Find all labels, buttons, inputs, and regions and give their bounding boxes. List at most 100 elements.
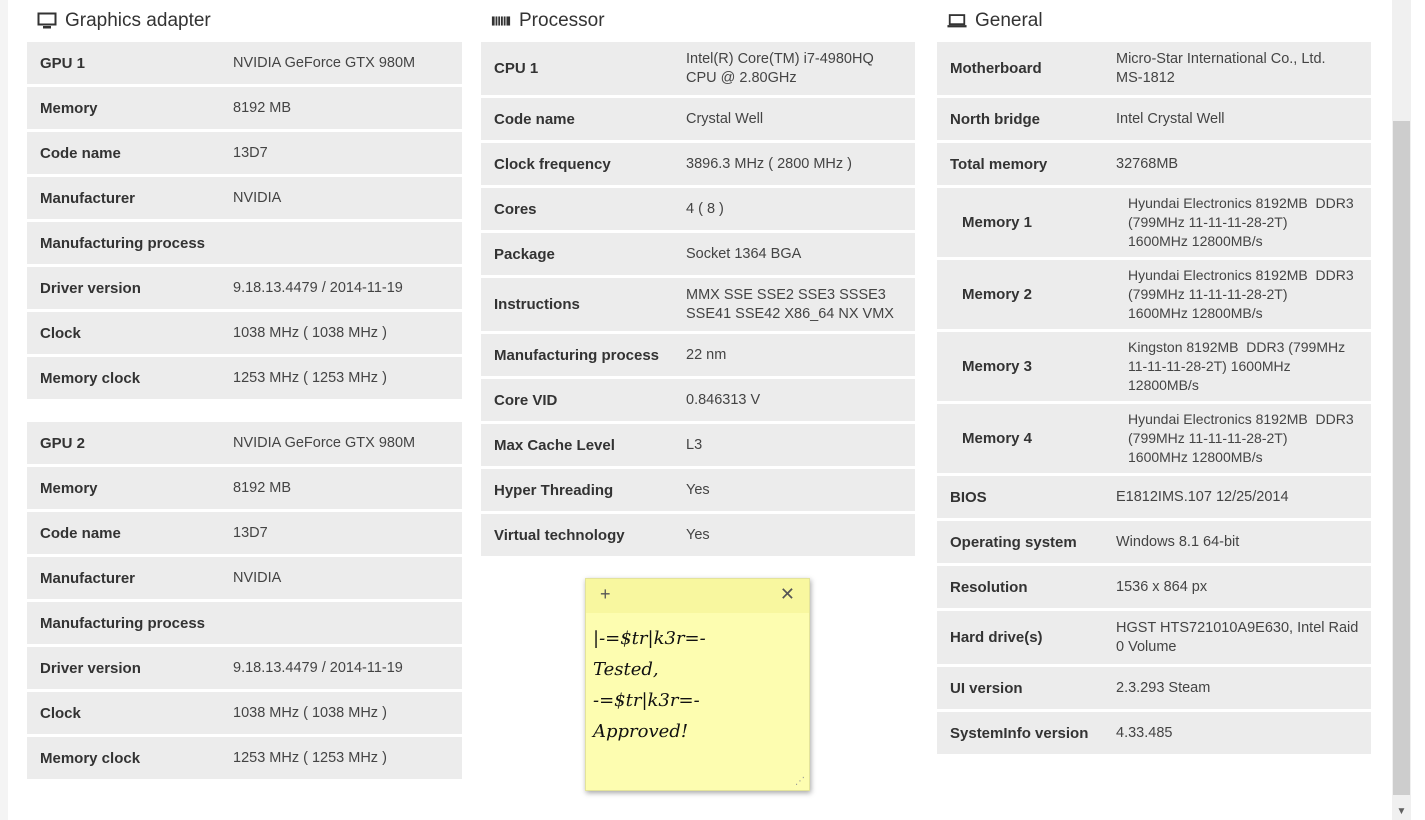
graphics-adapter-header: Graphics adapter [27,0,462,42]
processor-table: CPU 1 Intel(R) Core(TM) i7-4980HQ CPU @ 2… [481,42,915,559]
general-label-operating-system: Operating system [950,533,1077,551]
general-value-resolution: 1536 x 864 px [1116,578,1208,595]
cpu-row-virtual-technology: Virtual technology Yes [481,514,915,559]
cpu-value-cores: 4 ( 8 ) [686,200,724,217]
general-label-motherboard: Motherboard [950,60,1042,77]
gpu2-label-clock: Clock [40,704,81,722]
cpu-label-max-cache-level: Max Cache Level [494,436,615,454]
general-row-resolution: Resolution 1536 x 864 px [937,566,1371,611]
general-value-memory-4: Hyundai Electronics 8192MB DDR3 (799MHz … [1128,411,1354,465]
gpu1-table: GPU 1 NVIDIA GeForce GTX 980M Memory 8192 M… [27,42,462,402]
general-label-total-memory: Total memory [950,155,1048,173]
resize-grip-icon[interactable]: ⋰ [795,776,805,787]
gpu2-row-manufacturing-process: Manufacturing process [27,602,462,647]
cpu-label-package: Package [494,245,555,263]
cpu-row-cores: Cores 4 ( 8 ) [481,188,915,233]
cpu-label-cores: Cores [494,200,537,218]
gpu1-row-memory: Memory 8192 MB [27,87,462,132]
gpu2-label-memory-clock: Memory clock [40,749,141,767]
cpu-value-max-cache-level: L3 [686,436,703,453]
cpu-label-clock-frequency: Clock frequency [494,155,611,173]
gpu1-value-memory-clock: 1253 MHz ( 1253 MHz ) [233,369,387,386]
gpu2-label-gpu-2: GPU 2 [40,434,86,452]
general-value-ui-version: 2.3.293 Steam [1116,679,1211,696]
gpu1-row-code-name: Code name 13D7 [27,132,462,177]
gpu2-value-memory: 8192 MB [233,479,292,496]
general-header: General [937,0,1371,42]
sticky-note-toolbar: + ✕ [586,579,809,613]
cpu-value-core-vid: 0.846313 V [686,391,761,408]
cpu-label-hyper-threading: Hyper Threading [494,481,614,499]
gpu2-row-clock: Clock 1038 MHz ( 1038 MHz ) [27,692,462,737]
scrollbar-thumb[interactable] [1393,121,1410,795]
gpu2-value-manufacturer: NVIDIA [233,569,282,586]
gpu2-row-gpu-2: GPU 2 NVIDIA GeForce GTX 980M [27,422,462,467]
gpu2-label-manufacturer: Manufacturer [40,569,136,587]
general-row-memory-3: Memory 3 Kingston 8192MB DDR3 (799MHz 11-… [937,332,1371,404]
gpu1-row-clock: Clock 1038 MHz ( 1038 MHz ) [27,312,462,357]
laptop-icon [947,11,967,31]
gpu1-row-gpu-1: GPU 1 NVIDIA GeForce GTX 980M [27,42,462,87]
gpu2-label-manufacturing-process: Manufacturing process [40,614,206,632]
general-row-operating-system: Operating system Windows 8.1 64-bit [937,521,1371,566]
gpu2-table: GPU 2 NVIDIA GeForce GTX 980M Memory 8192 M… [27,422,462,782]
monitor-icon [37,11,57,31]
general-label-resolution: Resolution [950,578,1028,596]
general-label-memory-2: Memory 2 [962,286,1033,303]
gpu1-row-driver-version: Driver version 9.18.13.4479 / 2014-11-19 [27,267,462,312]
cpu-value-hyper-threading: Yes [686,481,710,498]
cpu-value-clock-frequency: 3896.3 MHz ( 2800 MHz ) [686,155,853,172]
gpu2-row-code-name: Code name 13D7 [27,512,462,557]
gpu2-row-driver-version: Driver version 9.18.13.4479 / 2014-11-19 [27,647,462,692]
cpu-row-hyper-threading: Hyper Threading Yes [481,469,915,514]
general-row-hard-drive-s: Hard drive(s) HGST HTS721010A9E630, Intel… [937,611,1371,667]
gpu1-label-driver-version: Driver version [40,279,141,297]
general-value-north-bridge: Intel Crystal Well [1116,110,1225,127]
general-value-motherboard: Micro-Star International Co., Ltd. MS-18… [1116,50,1326,86]
general-value-memory-1: Hyundai Electronics 8192MB DDR3 (799MHz … [1128,195,1354,249]
gpu1-value-clock: 1038 MHz ( 1038 MHz ) [233,324,387,341]
cpu-value-instructions: MMX SSE SSE2 SSE3 SSSE3 SSE41 SSE42 X86_… [686,286,894,322]
general-row-total-memory: Total memory 32768MB [937,143,1371,188]
general-label-ui-version: UI version [950,679,1023,697]
general-label-bios: BIOS [950,488,987,506]
cpu-value-code-name: Crystal Well [686,110,764,127]
cpu-label-cpu-1: CPU 1 [494,60,539,77]
general-row-memory-4: Memory 4 Hyundai Electronics 8192MB DDR3 … [937,404,1371,476]
gpu1-row-manufacturer: Manufacturer NVIDIA [27,177,462,222]
gpu2-value-code-name: 13D7 [233,524,268,541]
cpu-label-core-vid: Core VID [494,391,558,409]
general-label-hard-drive-s: Hard drive(s) [950,629,1043,646]
gpu2-value-driver-version: 9.18.13.4479 / 2014-11-19 [233,659,403,676]
general-label-memory-4: Memory 4 [962,430,1033,447]
cpu-label-virtual-technology: Virtual technology [494,526,625,544]
cpu-value-package: Socket 1364 BGA [686,245,802,262]
general-label-north-bridge: North bridge [950,110,1040,128]
cpu-label-code-name: Code name [494,110,575,128]
gpu1-value-gpu-1: NVIDIA GeForce GTX 980M [233,54,416,71]
gpu1-label-clock: Clock [40,324,81,342]
cpu-value-cpu-1: Intel(R) Core(TM) i7-4980HQ CPU @ 2.80GH… [686,50,874,86]
cpu-value-manufacturing-process: 22 nm [686,346,727,363]
gpu1-row-memory-clock: Memory clock 1253 MHz ( 1253 MHz ) [27,357,462,402]
close-note-button[interactable]: ✕ [780,584,795,605]
general-value-bios: E1812IMS.107 12/25/2014 [1116,488,1289,505]
general-section: General Motherboard Micro-Star Internatio… [937,0,1371,757]
cpu-label-manufacturing-process: Manufacturing process [494,346,660,364]
sticky-note[interactable]: + ✕ |-=$tr|k3r=- Tested, -=$tr|k3r=- App… [585,578,810,791]
general-row-bios: BIOS E1812IMS.107 12/25/2014 [937,476,1371,521]
general-row-memory-1: Memory 1 Hyundai Electronics 8192MB DDR3 … [937,188,1371,260]
cpu-value-virtual-technology: Yes [686,526,710,543]
cpu-row-code-name: Code name Crystal Well [481,98,915,143]
gpu1-value-code-name: 13D7 [233,144,268,161]
general-value-systeminfo-version: 4.33.485 [1116,724,1173,741]
general-title: General [975,10,1043,31]
scroll-down-arrow-icon[interactable]: ▼ [1392,802,1411,820]
gpu2-row-manufacturer: Manufacturer NVIDIA [27,557,462,602]
gpu2-label-code-name: Code name [40,524,121,542]
add-note-button[interactable]: + [600,584,611,605]
cpu-row-instructions: Instructions MMX SSE SSE2 SSE3 SSSE3 SSE4… [481,278,915,334]
sticky-note-text[interactable]: |-=$tr|k3r=- Tested, -=$tr|k3r=- Approve… [586,613,809,747]
general-label-systeminfo-version: SystemInfo version [950,724,1089,742]
gpu1-label-code-name: Code name [40,144,121,162]
